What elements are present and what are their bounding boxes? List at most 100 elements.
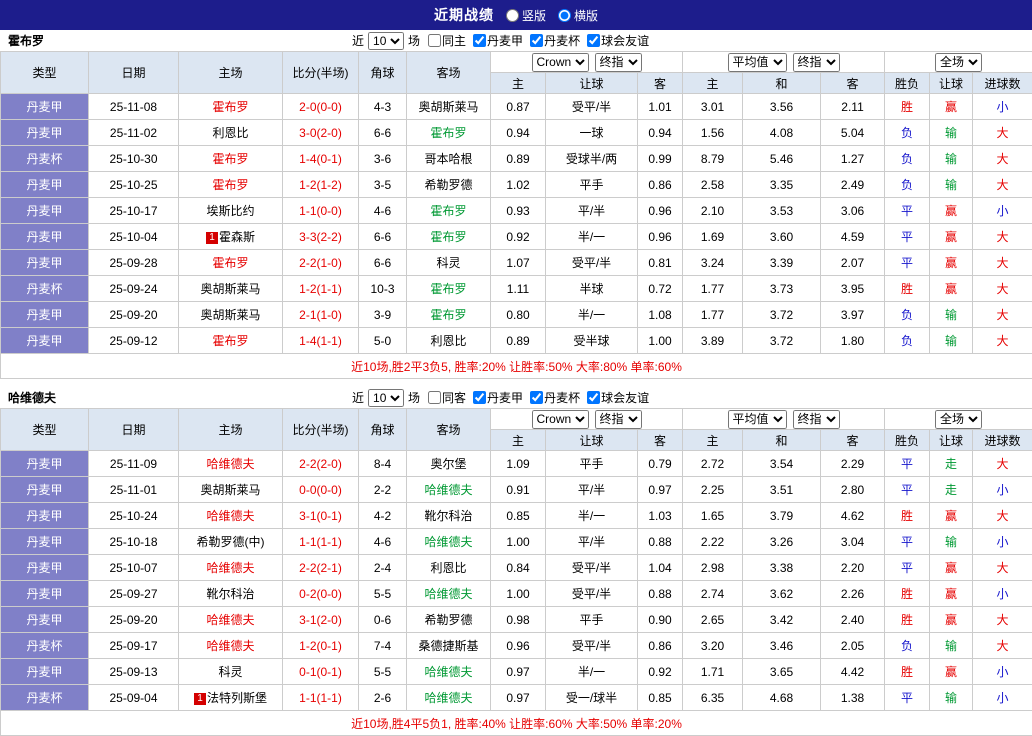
ah-home-odds: 0.91 xyxy=(491,477,546,503)
sub-header: 进球数 xyxy=(973,430,1032,451)
handicap-result-cell: 输 xyxy=(930,529,973,555)
goals-result-cell: 大 xyxy=(973,172,1032,198)
ah-line: 受平/半 xyxy=(546,633,638,659)
league-cell: 丹麦杯 xyxy=(1,685,89,711)
league-cell: 丹麦杯 xyxy=(1,276,89,302)
away-team-cell: 霍布罗 xyxy=(407,198,491,224)
eu-draw-odds: 3.62 xyxy=(743,581,821,607)
euro-odds-source-select[interactable]: 终指 xyxy=(793,410,840,429)
league-cell: 丹麦杯 xyxy=(1,146,89,172)
games-count-select[interactable]: 10 xyxy=(368,32,404,50)
handicap-result-cell: 赢 xyxy=(930,659,973,685)
home-team-cell: 哈维德夫 xyxy=(179,555,283,581)
layout-radio[interactable] xyxy=(558,9,571,22)
eu-home-odds: 2.72 xyxy=(683,451,743,477)
eu-draw-odds: 3.26 xyxy=(743,529,821,555)
away-team-name: 霍布罗 xyxy=(430,282,466,296)
score-cell: 2-2(2-1) xyxy=(283,555,359,581)
eu-draw-odds: 3.72 xyxy=(743,328,821,354)
away-team-name: 桑德捷斯基 xyxy=(418,639,478,653)
ah-line: 平/半 xyxy=(546,477,638,503)
filter-checkbox[interactable] xyxy=(428,391,441,404)
sub-header: 让球 xyxy=(930,73,973,94)
home-team-name: 哈维德夫 xyxy=(206,613,254,627)
filter-option-label: 丹麦甲 xyxy=(487,32,523,49)
filter-checkbox[interactable] xyxy=(587,391,600,404)
away-team-cell: 霍布罗 xyxy=(407,120,491,146)
eu-away-odds: 2.07 xyxy=(821,250,885,276)
sub-header: 和 xyxy=(743,430,821,451)
league-cell: 丹麦甲 xyxy=(1,451,89,477)
match-row: 丹麦甲25-11-02利恩比3-0(2-0)6-6霍布罗0.94一球0.941.… xyxy=(1,120,1032,146)
eu-away-odds: 1.38 xyxy=(821,685,885,711)
date-cell: 25-09-28 xyxy=(89,250,179,276)
eu-away-odds: 2.05 xyxy=(821,633,885,659)
score-cell: 1-1(0-0) xyxy=(283,198,359,224)
match-row: 丹麦甲25-10-07哈维德夫2-2(2-1)2-4利恩比0.84受平/半1.0… xyxy=(1,555,1032,581)
league-cell: 丹麦杯 xyxy=(1,633,89,659)
eu-home-odds: 2.22 xyxy=(683,529,743,555)
home-team-cell: 哈维德夫 xyxy=(179,451,283,477)
filter-option: 丹麦甲 xyxy=(473,389,523,406)
home-team-name: 利恩比 xyxy=(212,126,248,140)
filter-checkbox[interactable] xyxy=(473,391,486,404)
filter-checkbox[interactable] xyxy=(530,34,543,47)
away-team-cell: 霍布罗 xyxy=(407,302,491,328)
euro-odds-source-select[interactable]: 平均值 xyxy=(728,53,787,72)
home-team-cell: 奥胡斯莱马 xyxy=(179,276,283,302)
goals-result-cell: 小 xyxy=(973,198,1032,224)
ah-line: 平/半 xyxy=(546,529,638,555)
layout-radio[interactable] xyxy=(506,9,519,22)
eu-away-odds: 2.29 xyxy=(821,451,885,477)
ah-away-odds: 0.97 xyxy=(638,477,683,503)
asian-odds-source-select[interactable]: Crown xyxy=(532,53,589,72)
filter-option: 丹麦杯 xyxy=(530,32,580,49)
result-cell: 负 xyxy=(885,146,930,172)
scope-select[interactable]: 全场 xyxy=(935,53,982,72)
ah-home-odds: 1.00 xyxy=(491,529,546,555)
games-count-select[interactable]: 10 xyxy=(368,389,404,407)
handicap-result-cell: 输 xyxy=(930,685,973,711)
eu-draw-odds: 3.72 xyxy=(743,302,821,328)
ah-line: 平/半 xyxy=(546,198,638,224)
ah-home-odds: 0.85 xyxy=(491,503,546,529)
filter-option: 同客 xyxy=(428,389,466,406)
ah-away-odds: 0.96 xyxy=(638,224,683,250)
euro-odds-source-select[interactable]: 平均值 xyxy=(728,410,787,429)
asian-odds-source-select[interactable]: 终指 xyxy=(595,410,642,429)
scope-select[interactable]: 全场 xyxy=(935,410,982,429)
result-cell: 平 xyxy=(885,529,930,555)
home-team-cell: 希勒罗德(中) xyxy=(179,529,283,555)
sub-header: 主 xyxy=(491,430,546,451)
eu-away-odds: 3.04 xyxy=(821,529,885,555)
away-team-name: 霍布罗 xyxy=(430,126,466,140)
date-cell: 25-10-07 xyxy=(89,555,179,581)
result-cell: 平 xyxy=(885,198,930,224)
corner-cell: 6-6 xyxy=(359,120,407,146)
goals-result-cell: 小 xyxy=(973,477,1032,503)
match-row: 丹麦甲25-11-09哈维德夫2-2(2-0)8-4奥尔堡1.09平手0.792… xyxy=(1,451,1032,477)
filter-controls: 近 10 场 同客丹麦甲丹麦杯球会友谊 xyxy=(352,389,649,407)
filter-checkbox[interactable] xyxy=(428,34,441,47)
filter-checkbox[interactable] xyxy=(587,34,600,47)
ah-home-odds: 0.96 xyxy=(491,633,546,659)
result-cell: 平 xyxy=(885,224,930,250)
euro-odds-source-select[interactable]: 终指 xyxy=(793,53,840,72)
col-header-date: 日期 xyxy=(89,52,179,94)
filter-checkbox[interactable] xyxy=(530,391,543,404)
asian-odds-source-select[interactable]: Crown xyxy=(532,410,589,429)
date-cell: 25-09-27 xyxy=(89,581,179,607)
ah-line: 半/一 xyxy=(546,302,638,328)
away-team-cell: 霍布罗 xyxy=(407,224,491,250)
match-row: 丹麦甲25-11-08霍布罗2-0(0-0)4-3奥胡斯莱马0.87受平/半1.… xyxy=(1,94,1032,120)
asian-odds-source-select[interactable]: 终指 xyxy=(595,53,642,72)
layout-option-label: 横版 xyxy=(574,7,598,24)
eu-away-odds: 2.49 xyxy=(821,172,885,198)
eu-draw-odds: 3.73 xyxy=(743,276,821,302)
ah-away-odds: 0.90 xyxy=(638,607,683,633)
handicap-result-cell: 赢 xyxy=(930,250,973,276)
home-team-cell: 利恩比 xyxy=(179,120,283,146)
ah-home-odds: 0.97 xyxy=(491,659,546,685)
match-row: 丹麦甲25-09-20哈维德夫3-1(2-0)0-6希勒罗德0.98平手0.90… xyxy=(1,607,1032,633)
filter-checkbox[interactable] xyxy=(473,34,486,47)
